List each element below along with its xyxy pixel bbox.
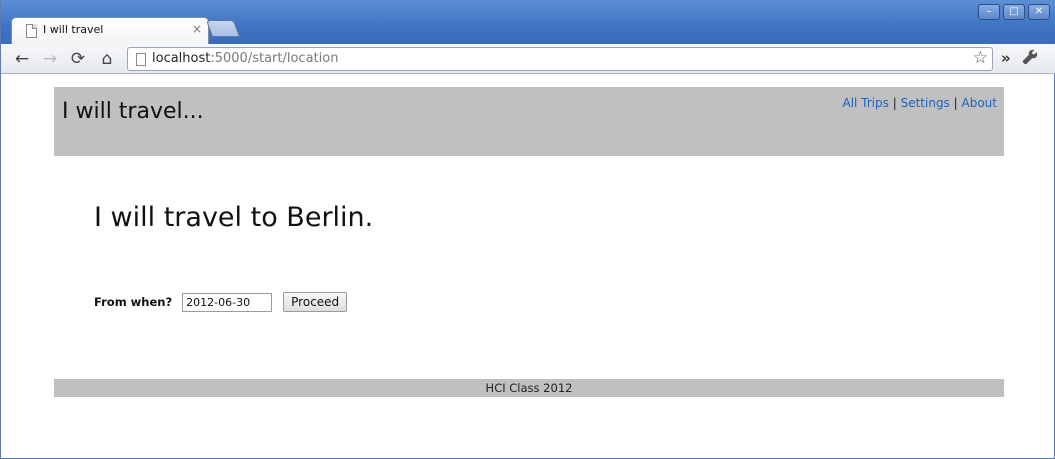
- site-header: I will travel... All Trips | Settings | …: [54, 87, 1004, 156]
- back-arrow-icon[interactable]: ←: [11, 48, 33, 70]
- page-viewport: I will travel... All Trips | Settings | …: [2, 75, 1054, 455]
- wrench-icon[interactable]: [1022, 49, 1038, 69]
- chevrons-icon[interactable]: »: [1001, 49, 1011, 67]
- tab-title: I will travel: [43, 23, 104, 36]
- reload-icon[interactable]: ⟳: [67, 48, 89, 70]
- page-icon: [26, 24, 37, 38]
- settings-link[interactable]: Settings: [901, 96, 950, 110]
- url-path: :5000/start/location: [210, 51, 339, 66]
- url-text: localhost:5000/start/location: [152, 51, 338, 66]
- forward-arrow-icon[interactable]: →: [39, 48, 61, 70]
- tab-active[interactable]: I will travel ×: [11, 17, 209, 44]
- from-when-label: From when?: [94, 295, 173, 309]
- tab-close-icon[interactable]: ×: [192, 22, 202, 36]
- nav-separator: |: [892, 96, 897, 110]
- page-icon: [136, 53, 146, 66]
- about-link[interactable]: About: [962, 96, 997, 110]
- close-window-button[interactable]: ✕: [1028, 4, 1050, 20]
- url-host: localhost: [152, 51, 211, 66]
- all-trips-link[interactable]: All Trips: [842, 96, 888, 110]
- site-title: I will travel...: [62, 99, 204, 124]
- home-icon[interactable]: ⌂: [96, 48, 118, 70]
- new-tab-button[interactable]: [205, 20, 241, 37]
- date-input[interactable]: [182, 292, 273, 312]
- address-bar[interactable]: localhost:5000/start/location ☆: [127, 47, 993, 71]
- page-heading: I will travel to Berlin.: [94, 202, 374, 233]
- browser-window: I will travel × – □ ✕ ← → ⟳ ⌂ localhost:…: [0, 0, 1055, 459]
- nav-separator: |: [953, 96, 958, 110]
- proceed-button[interactable]: Proceed: [283, 292, 348, 312]
- top-nav: All Trips | Settings | About: [842, 96, 997, 110]
- date-form: From when? Proceed: [94, 292, 348, 312]
- maximize-button[interactable]: □: [1003, 4, 1025, 20]
- browser-toolbar: ← → ⟳ ⌂ localhost:5000/start/location ☆ …: [1, 44, 1055, 74]
- window-controls: – □ ✕: [978, 4, 1050, 20]
- title-bar: I will travel × – □ ✕: [1, 0, 1055, 44]
- site-footer: HCI Class 2012: [54, 379, 1004, 397]
- minimize-button[interactable]: –: [978, 4, 1000, 20]
- bookmark-star-icon[interactable]: ☆: [973, 48, 988, 68]
